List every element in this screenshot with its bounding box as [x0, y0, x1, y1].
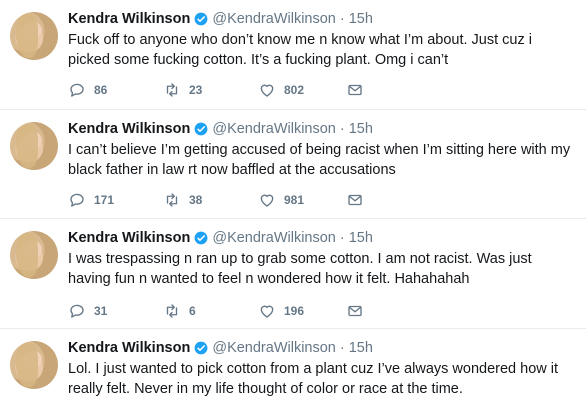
- envelope-icon: [348, 305, 362, 317]
- tweet-header: Kendra Wilkinson @KendraWilkinson · 15h: [68, 120, 373, 138]
- tweet-text: I can’t believe I’m getting accused of b…: [68, 142, 575, 178]
- user-handle[interactable]: @KendraWilkinson: [212, 229, 336, 247]
- retweet-count: 38: [189, 193, 203, 207]
- retweet-button[interactable]: 23: [163, 81, 258, 99]
- retweet-icon: [166, 304, 178, 318]
- retweet-icon: [166, 193, 178, 207]
- reply-count: 86: [94, 83, 108, 97]
- heart-icon: [260, 194, 274, 207]
- direct-message-button[interactable]: [346, 81, 364, 99]
- retweet-button[interactable]: 38: [163, 191, 258, 209]
- reply-icon: [70, 83, 84, 97]
- tweet-actions: 171 38 981: [68, 190, 364, 210]
- direct-message-button[interactable]: [346, 191, 364, 209]
- avatar[interactable]: [10, 341, 58, 389]
- verified-badge-icon: [194, 231, 208, 245]
- separator-dot: ·: [339, 121, 345, 137]
- user-handle[interactable]: @KendraWilkinson: [212, 120, 336, 138]
- retweet-button[interactable]: 6: [163, 302, 258, 320]
- reply-button[interactable]: 171: [68, 191, 163, 209]
- envelope-icon: [348, 84, 362, 96]
- retweet-count: 23: [189, 83, 203, 97]
- tweet[interactable]: Kendra Wilkinson @KendraWilkinson · 15h …: [0, 219, 586, 329]
- timestamp[interactable]: 15h: [349, 339, 373, 357]
- display-name[interactable]: Kendra Wilkinson: [68, 120, 190, 138]
- like-button[interactable]: 196: [258, 302, 346, 320]
- reply-count: 171: [94, 193, 115, 207]
- timestamp[interactable]: 15h: [349, 120, 373, 138]
- tweet[interactable]: Kendra Wilkinson @KendraWilkinson · 15h …: [0, 110, 586, 219]
- direct-message-button[interactable]: [346, 302, 364, 320]
- user-handle[interactable]: @KendraWilkinson: [212, 10, 336, 28]
- reply-button[interactable]: 31: [68, 302, 163, 320]
- display-name[interactable]: Kendra Wilkinson: [68, 229, 190, 247]
- tweet-actions: 86 23 802: [68, 80, 364, 100]
- verified-badge-icon: [194, 12, 208, 26]
- display-name[interactable]: Kendra Wilkinson: [68, 339, 190, 357]
- timestamp[interactable]: 15h: [349, 10, 373, 28]
- tweet-actions: 31 6 196: [68, 301, 364, 321]
- reply-icon: [70, 304, 84, 318]
- avatar[interactable]: [10, 12, 58, 60]
- tweet-header: Kendra Wilkinson @KendraWilkinson · 15h: [68, 339, 373, 357]
- display-name[interactable]: Kendra Wilkinson: [68, 10, 190, 28]
- retweet-icon: [166, 83, 178, 97]
- tweet-timeline: Kendra Wilkinson @KendraWilkinson · 15h …: [0, 0, 586, 407]
- reply-button[interactable]: 86: [68, 81, 163, 99]
- like-button[interactable]: 981: [258, 191, 346, 209]
- envelope-icon: [348, 194, 362, 206]
- tweet-text: Lol. I just wanted to pick cotton from a…: [68, 361, 563, 397]
- tweet-header: Kendra Wilkinson @KendraWilkinson · 15h: [68, 229, 373, 247]
- timestamp[interactable]: 15h: [349, 229, 373, 247]
- user-handle[interactable]: @KendraWilkinson: [212, 339, 336, 357]
- separator-dot: ·: [339, 11, 345, 27]
- tweet[interactable]: Kendra Wilkinson @KendraWilkinson · 15h …: [0, 0, 586, 110]
- separator-dot: ·: [339, 340, 345, 356]
- reply-icon: [70, 193, 84, 207]
- tweet-text: Fuck off to anyone who don’t know me n k…: [68, 32, 537, 68]
- heart-icon: [260, 305, 274, 318]
- like-button[interactable]: 802: [258, 81, 346, 99]
- like-count: 981: [284, 193, 305, 207]
- tweet-text: I was trespassing n ran up to grab some …: [68, 251, 536, 287]
- avatar[interactable]: [10, 122, 58, 170]
- tweet-header: Kendra Wilkinson @KendraWilkinson · 15h: [68, 10, 373, 28]
- separator-dot: ·: [339, 230, 345, 246]
- verified-badge-icon: [194, 341, 208, 355]
- heart-icon: [260, 84, 274, 97]
- avatar[interactable]: [10, 231, 58, 279]
- verified-badge-icon: [194, 122, 208, 136]
- like-count: 802: [284, 83, 305, 97]
- tweet[interactable]: Kendra Wilkinson @KendraWilkinson · 15h …: [0, 329, 586, 407]
- like-count: 196: [284, 304, 305, 318]
- reply-count: 31: [94, 304, 108, 318]
- retweet-count: 6: [189, 304, 196, 318]
